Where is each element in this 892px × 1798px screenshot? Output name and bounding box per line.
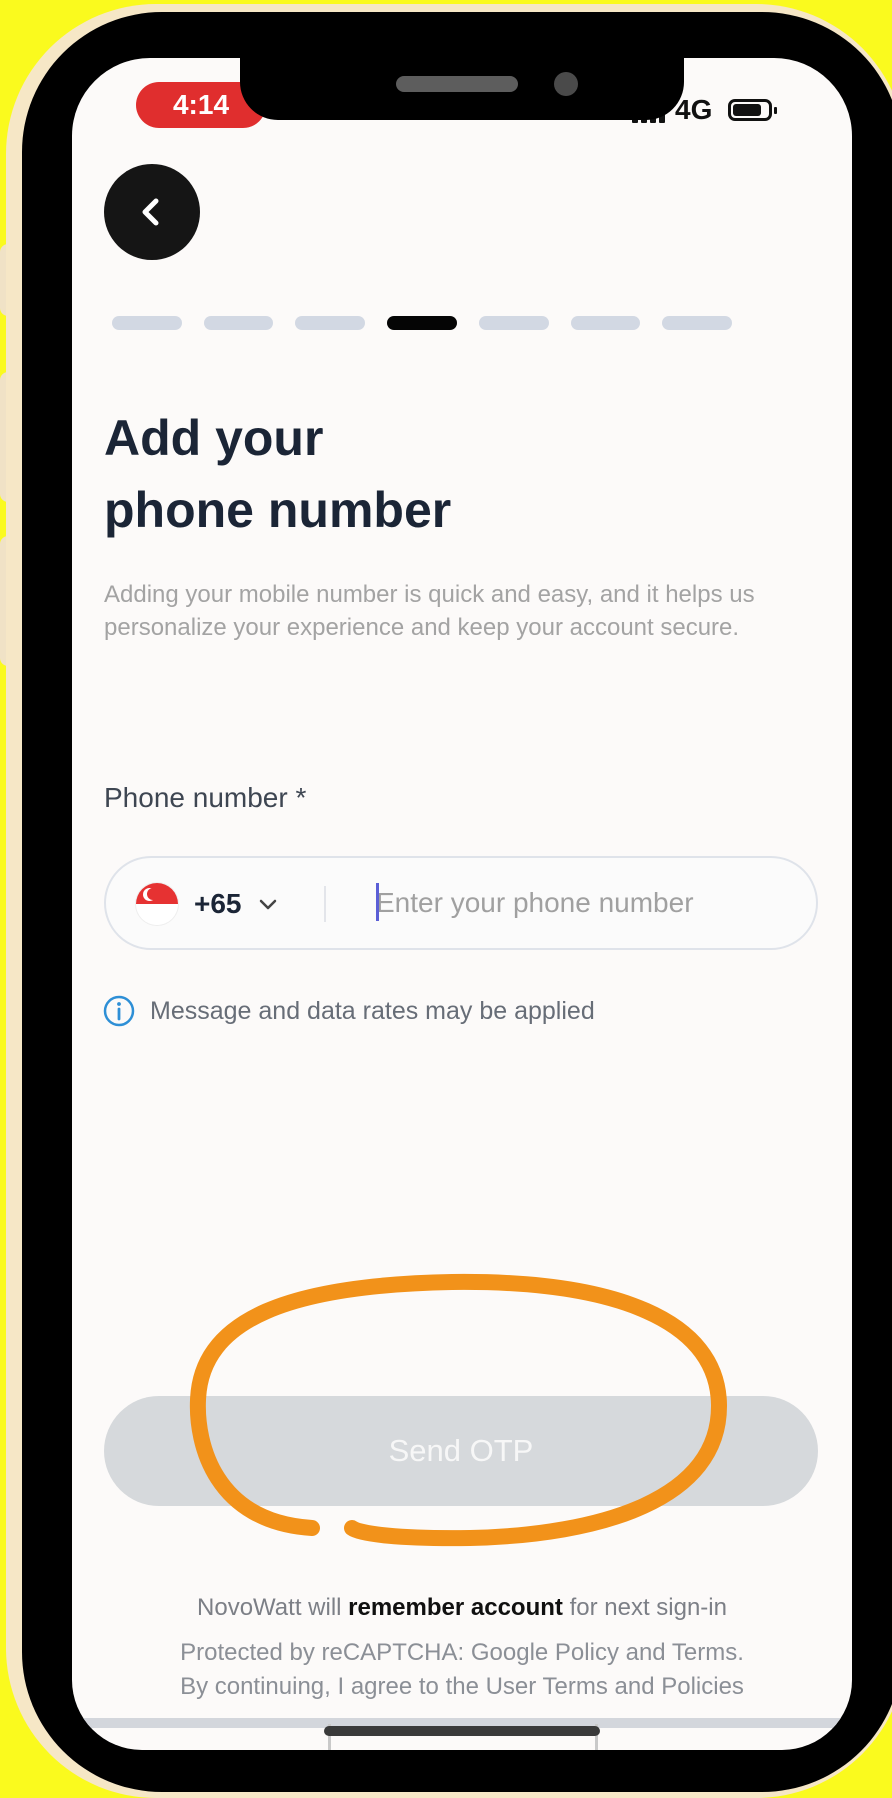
country-code-selector[interactable]: +65 (136, 882, 278, 926)
info-note: Message and data rates may be applied (102, 994, 595, 1028)
remember-suffix: for next sign-in (562, 1594, 727, 1621)
onboarding-progress (112, 316, 733, 332)
device-notch (240, 58, 684, 120)
progress-step-4-active (387, 316, 457, 330)
progress-step-6 (570, 316, 641, 330)
progress-step-5 (478, 316, 549, 330)
info-icon (103, 995, 135, 1027)
page-title-line1: Add your (104, 410, 324, 466)
remember-account-bold: remember account (348, 1594, 563, 1621)
field-divider (324, 886, 326, 922)
remember-account-note: NovoWatt will remember account for next … (72, 1594, 852, 1622)
chevron-down-icon (259, 899, 276, 910)
legal-text: Protected by reCAPTCHA: Google Policy an… (72, 1636, 852, 1704)
country-dial-code: +65 (194, 888, 242, 919)
phone-number-label: Phone number * (104, 782, 307, 813)
terms-agreement: By continuing, I agree to the User Terms… (180, 1673, 744, 1700)
home-indicator[interactable] (324, 1726, 600, 1736)
recaptcha-notice: Protected by reCAPTCHA: Google Policy an… (180, 1639, 744, 1666)
progress-step-2 (203, 316, 274, 330)
front-camera (554, 72, 578, 96)
phone-number-field: +65 (104, 856, 818, 950)
app-screen: 4:14 4G Add your phone number Adding you… (72, 58, 852, 1750)
back-arrow-icon (142, 198, 159, 226)
singapore-flag-icon (136, 883, 178, 925)
network-type: 4G (675, 94, 713, 125)
progress-step-3 (295, 316, 366, 330)
page-title: Add your phone number (104, 402, 764, 546)
back-button[interactable] (104, 164, 200, 260)
speaker-grille (396, 76, 518, 92)
progress-step-7 (662, 316, 733, 330)
battery-icon (728, 99, 778, 121)
remember-prefix: NovoWatt will (197, 1594, 349, 1621)
page-description: Adding your mobile number is quick and e… (104, 581, 755, 641)
page-title-line2: phone number (104, 482, 452, 538)
progress-step-1 (112, 316, 182, 330)
info-note-text: Message and data rates may be applied (150, 996, 595, 1025)
send-otp-button[interactable]: Send OTP (104, 1396, 818, 1506)
text-cursor (376, 883, 379, 921)
phone-number-input[interactable] (376, 878, 796, 928)
